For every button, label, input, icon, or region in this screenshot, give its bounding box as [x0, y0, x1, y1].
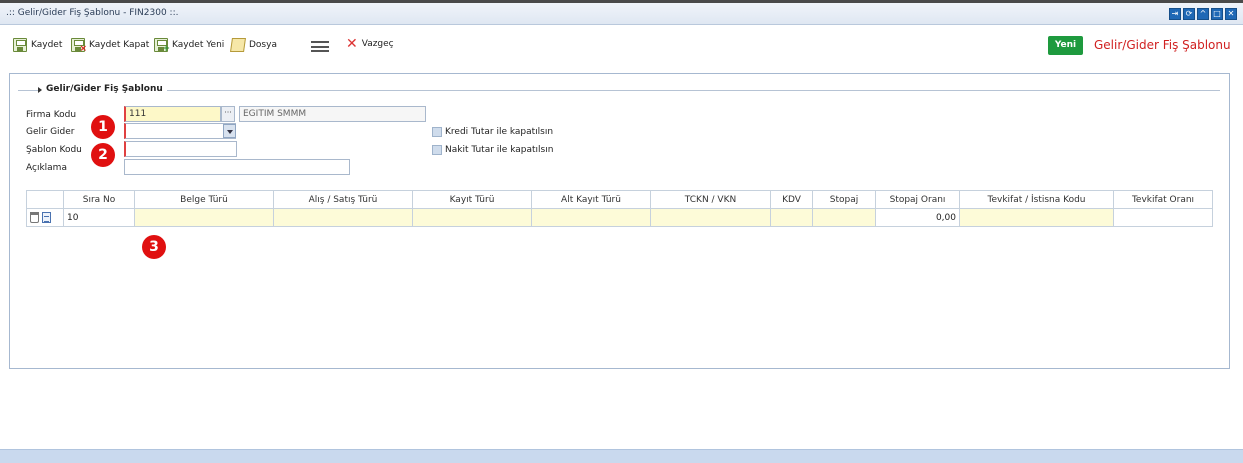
col-stopaj-orani[interactable]: Stopaj Oranı	[875, 190, 960, 209]
firma-adi-field	[239, 106, 426, 122]
col-alis-satis-turu[interactable]: Alış / Satış Türü	[273, 190, 413, 209]
firma-lookup-button[interactable]: ···	[221, 106, 235, 122]
window-titlebar: .:: Gelir/Gider Fiş Şablonu - FIN2300 ::…	[0, 3, 1243, 25]
callout-badge-3: 3	[142, 235, 166, 259]
cell-stopaj-orani[interactable]: 0,00	[875, 208, 960, 227]
aciklama-input[interactable]	[124, 159, 350, 175]
save-close-button[interactable]: × Kaydet Kapat	[71, 38, 149, 54]
col-tckn-vkn[interactable]: TCKN / VKN	[650, 190, 771, 209]
document-icon[interactable]	[42, 212, 51, 223]
gelir-gider-label: Gelir Gider	[26, 127, 75, 137]
firma-kodu-label: Firma Kodu	[26, 110, 77, 120]
nakit-checkbox[interactable]: Nakit Tutar ile kapatılsın	[432, 145, 553, 155]
save-button[interactable]: Kaydet	[13, 38, 62, 52]
cell-alis-satis-turu[interactable]	[273, 208, 413, 227]
form-legend[interactable]: Gelir/Gider Fiş Şablonu	[38, 84, 167, 94]
cell-sira-no[interactable]: 10	[63, 208, 135, 227]
save-close-icon: ×	[71, 38, 87, 54]
sablon-kodu-label: Şablon Kodu	[26, 145, 82, 155]
save-new-icon: +	[154, 38, 170, 54]
cell-kdv[interactable]	[770, 208, 813, 227]
col-belge-turu[interactable]: Belge Türü	[134, 190, 274, 209]
legend-divider	[18, 90, 1220, 91]
grid-header-row: Sıra No Belge Türü Alış / Satış Türü Kay…	[26, 190, 1213, 209]
aciklama-label: Açıklama	[26, 163, 67, 173]
cell-alt-kayit-turu[interactable]	[531, 208, 651, 227]
file-button[interactable]: Dosya	[230, 38, 277, 52]
cancel-icon: ✕	[346, 36, 358, 52]
col-stopaj[interactable]: Stopaj	[812, 190, 876, 209]
close-icon[interactable]: ✕	[1225, 8, 1237, 20]
window-title: .:: Gelir/Gider Fiş Şablonu - FIN2300 ::…	[6, 8, 179, 18]
row-actions	[26, 208, 64, 227]
new-button[interactable]: Yeni	[1048, 36, 1083, 55]
cell-stopaj[interactable]	[812, 208, 876, 227]
gelir-gider-select[interactable]	[124, 123, 236, 139]
bottom-bar	[0, 449, 1243, 463]
cell-tevkifat-kodu[interactable]	[959, 208, 1114, 227]
callout-badge-2: 2	[91, 143, 115, 167]
file-icon	[230, 38, 246, 52]
save-icon	[13, 38, 27, 52]
window-controls: ⇥ ⟳ ^ □ ✕	[1169, 8, 1237, 20]
template-grid: Sıra No Belge Türü Alış / Satış Türü Kay…	[26, 190, 1213, 227]
col-kdv[interactable]: KDV	[770, 190, 813, 209]
chevron-down-icon[interactable]	[223, 124, 236, 138]
checkbox-icon	[432, 145, 442, 155]
col-tevkifat-kodu[interactable]: Tevkifat / İstisna Kodu	[959, 190, 1114, 209]
cancel-button[interactable]: ✕ Vazgeç	[346, 36, 394, 52]
checkbox-icon	[432, 127, 442, 137]
col-kayit-turu[interactable]: Kayıt Türü	[412, 190, 532, 209]
cell-belge-turu[interactable]	[134, 208, 274, 227]
col-sira-no[interactable]: Sıra No	[63, 190, 135, 209]
menu-icon[interactable]	[311, 41, 329, 52]
trash-icon[interactable]	[30, 212, 39, 223]
maximize-icon[interactable]: □	[1211, 8, 1223, 20]
col-alt-kayit-turu[interactable]: Alt Kayıt Türü	[531, 190, 651, 209]
cell-kayit-turu[interactable]	[412, 208, 532, 227]
firma-kodu-input[interactable]	[124, 106, 221, 122]
cell-tevkifat-orani[interactable]	[1113, 208, 1213, 227]
sablon-kodu-input[interactable]	[124, 141, 237, 157]
col-actions	[26, 190, 64, 209]
minimize-icon[interactable]: ^	[1197, 8, 1209, 20]
save-new-button[interactable]: + Kaydet Yeni	[154, 38, 224, 54]
table-row[interactable]: 10 0,00	[26, 208, 1213, 227]
col-tevkifat-orani[interactable]: Tevkifat Oranı	[1113, 190, 1213, 209]
kredi-checkbox[interactable]: Kredi Tutar ile kapatılsın	[432, 127, 553, 137]
cell-tckn-vkn[interactable]	[650, 208, 771, 227]
callout-badge-1: 1	[91, 115, 115, 139]
page-heading: Gelir/Gider Fiş Şablonu	[1094, 38, 1231, 52]
pin-icon[interactable]: ⇥	[1169, 8, 1181, 20]
refresh-icon[interactable]: ⟳	[1183, 8, 1195, 20]
